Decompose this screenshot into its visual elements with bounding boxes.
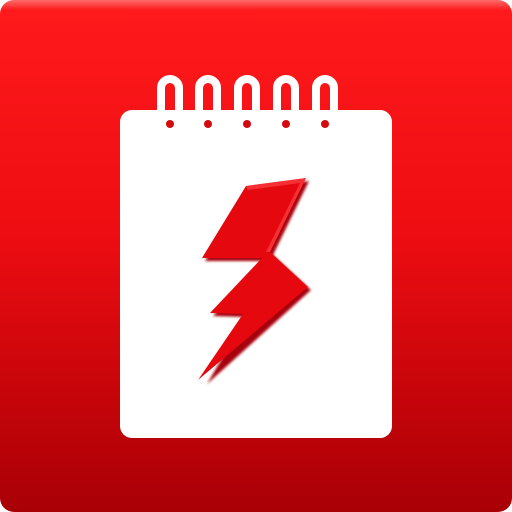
notepad-icon — [120, 75, 392, 438]
app-icon[interactable] — [0, 0, 512, 512]
